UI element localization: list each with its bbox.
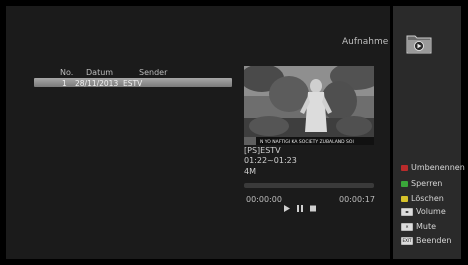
legend-volume[interactable]: ◂▸ Volume [401, 207, 446, 216]
column-header-no: No. [60, 68, 74, 77]
green-button-icon [401, 180, 408, 187]
total-time: 00:00:17 [339, 195, 375, 204]
exit-key-icon: EXIT [401, 236, 413, 245]
file-size: 4M [244, 167, 256, 176]
playback-progress-bar[interactable] [244, 183, 374, 188]
row-datum: 28/11/2013 [75, 79, 119, 88]
legend-exit[interactable]: EXIT Beenden [401, 236, 451, 245]
channel-name: [PS]ESTV [244, 146, 281, 155]
row-sender: ESTV [123, 79, 143, 88]
stop-icon[interactable] [310, 205, 316, 214]
column-header-sender: Sender [139, 68, 168, 77]
legend-delete[interactable]: Löschen [401, 194, 444, 203]
legend-mute[interactable]: ✕ Mute [401, 222, 436, 231]
time-range: 01:22~01:23 [244, 156, 297, 165]
elapsed-time: 00:00:00 [246, 195, 282, 204]
volume-key-icon: ◂▸ [401, 207, 413, 216]
preview-image: N YO NAFTIGI KA SOCIETY ZUBALAND SOI [244, 66, 374, 145]
pause-icon[interactable] [297, 205, 303, 214]
yellow-button-icon [401, 195, 408, 202]
recordings-screen: Aufnahme No. Datum Sender 1 28/11/2013 E… [0, 0, 468, 265]
mute-key-icon: ✕ [401, 222, 413, 231]
video-preview: N YO NAFTIGI KA SOCIETY ZUBALAND SOI [244, 66, 374, 145]
column-header-datum: Datum [86, 68, 114, 77]
row-no: 1 [62, 79, 67, 88]
red-button-icon [401, 164, 408, 171]
legend-rename[interactable]: Umbenennen [401, 163, 465, 172]
play-icon[interactable] [284, 205, 290, 214]
page-title: Aufnahme [342, 37, 389, 47]
recording-folder-icon [406, 35, 432, 54]
ticker-text: N YO NAFTIGI KA SOCIETY ZUBALAND SOI [260, 139, 354, 145]
legend-lock[interactable]: Sperren [401, 179, 442, 188]
